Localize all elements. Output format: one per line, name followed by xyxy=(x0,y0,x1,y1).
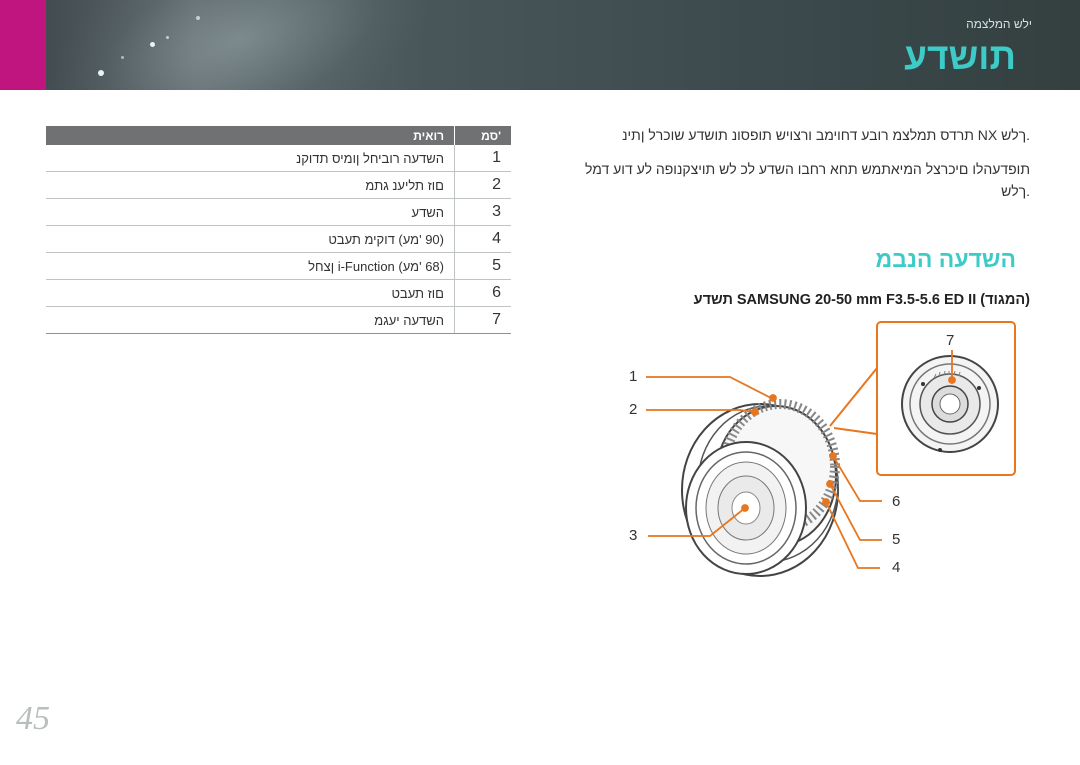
bokeh-dot xyxy=(196,16,200,20)
table-header-desc: רואית xyxy=(46,126,455,145)
table-row: 7 השדעה יעגמ xyxy=(46,306,511,334)
chapter-tab xyxy=(0,0,46,90)
bokeh-dot xyxy=(121,56,124,59)
row-number: 6 xyxy=(454,279,511,307)
row-description: השדעה רוביחל ןומיס תדוקנ xyxy=(46,145,455,172)
bokeh-dot xyxy=(166,36,169,39)
lens-mount-icon xyxy=(901,355,999,453)
table-row: 6 םוז תעבט xyxy=(46,279,511,307)
row-description: (68 'מע) i-Function ןצחל xyxy=(46,252,455,280)
intro-line-1: .ךלש NX תרדס תמלצמ רובע דחוימב ורצויש תו… xyxy=(622,127,1030,143)
callout-6: 6 xyxy=(892,493,901,510)
row-number: 4 xyxy=(454,225,511,253)
table-row: 2 םוז תליענ גתמ xyxy=(46,171,511,199)
intro-line-2: תופדעהלו םיכרצל המיאתמש תחא רחבו השדע לכ… xyxy=(585,161,1030,177)
bokeh-dot xyxy=(98,70,104,76)
intro-line-3: .ךלש xyxy=(1001,183,1030,199)
inset-connector xyxy=(829,367,878,427)
callout-4: 4 xyxy=(892,559,901,576)
lens-title: (המגוד) SAMSUNG 20-50 mm F3.5-5.6 ED II … xyxy=(693,292,1030,308)
table-row: 5 (68 'מע) i-Function ןצחל xyxy=(46,252,511,280)
inset-connector xyxy=(833,427,878,435)
callout-5: 5 xyxy=(892,531,901,548)
row-description: םוז תעבט xyxy=(46,279,455,307)
parts-table: 'סמ רואית 1 השדעה רוביחל ןומיס תדוקנ 2 םוז… xyxy=(46,126,511,334)
section-title: השדעה הנבמ xyxy=(875,246,1016,272)
breadcrumb: ילש המלצמה xyxy=(966,17,1032,31)
table-row: 4 (90 'מע) דוקימ תעבט xyxy=(46,225,511,253)
row-number: 5 xyxy=(454,252,511,280)
page-title: תושדע xyxy=(904,36,1016,77)
row-description: השדעה יעגמ xyxy=(46,306,455,334)
table-row: 3 השדע xyxy=(46,198,511,226)
row-number: 3 xyxy=(454,198,511,226)
row-description: (90 'מע) דוקימ תעבט xyxy=(46,225,455,253)
row-number: 1 xyxy=(454,145,511,172)
row-description: םוז תליענ גתמ xyxy=(46,171,455,199)
callout-3: 3 xyxy=(629,527,638,544)
table-header-row: 'סמ רואית xyxy=(46,126,511,145)
callout-7: 7 xyxy=(946,332,955,349)
lens-body-icon xyxy=(681,399,840,577)
callout-2: 2 xyxy=(629,401,638,418)
lens-diagram: 1 2 3 4 5 6 7 xyxy=(590,316,1030,586)
row-number: 7 xyxy=(454,306,511,334)
table-row: 1 השדעה רוביחל ןומיס תדוקנ xyxy=(46,145,511,172)
table-header-num: 'סמ xyxy=(454,126,511,145)
header-banner: ילש המלצמה תושדע xyxy=(0,0,1080,90)
callout-1: 1 xyxy=(629,368,638,385)
lens-illustration xyxy=(646,321,1016,577)
page-number: 45 xyxy=(16,700,50,737)
bokeh-dot xyxy=(150,42,155,47)
row-number: 2 xyxy=(454,171,511,199)
header-light-streak xyxy=(18,0,462,90)
row-description: השדע xyxy=(46,198,455,226)
